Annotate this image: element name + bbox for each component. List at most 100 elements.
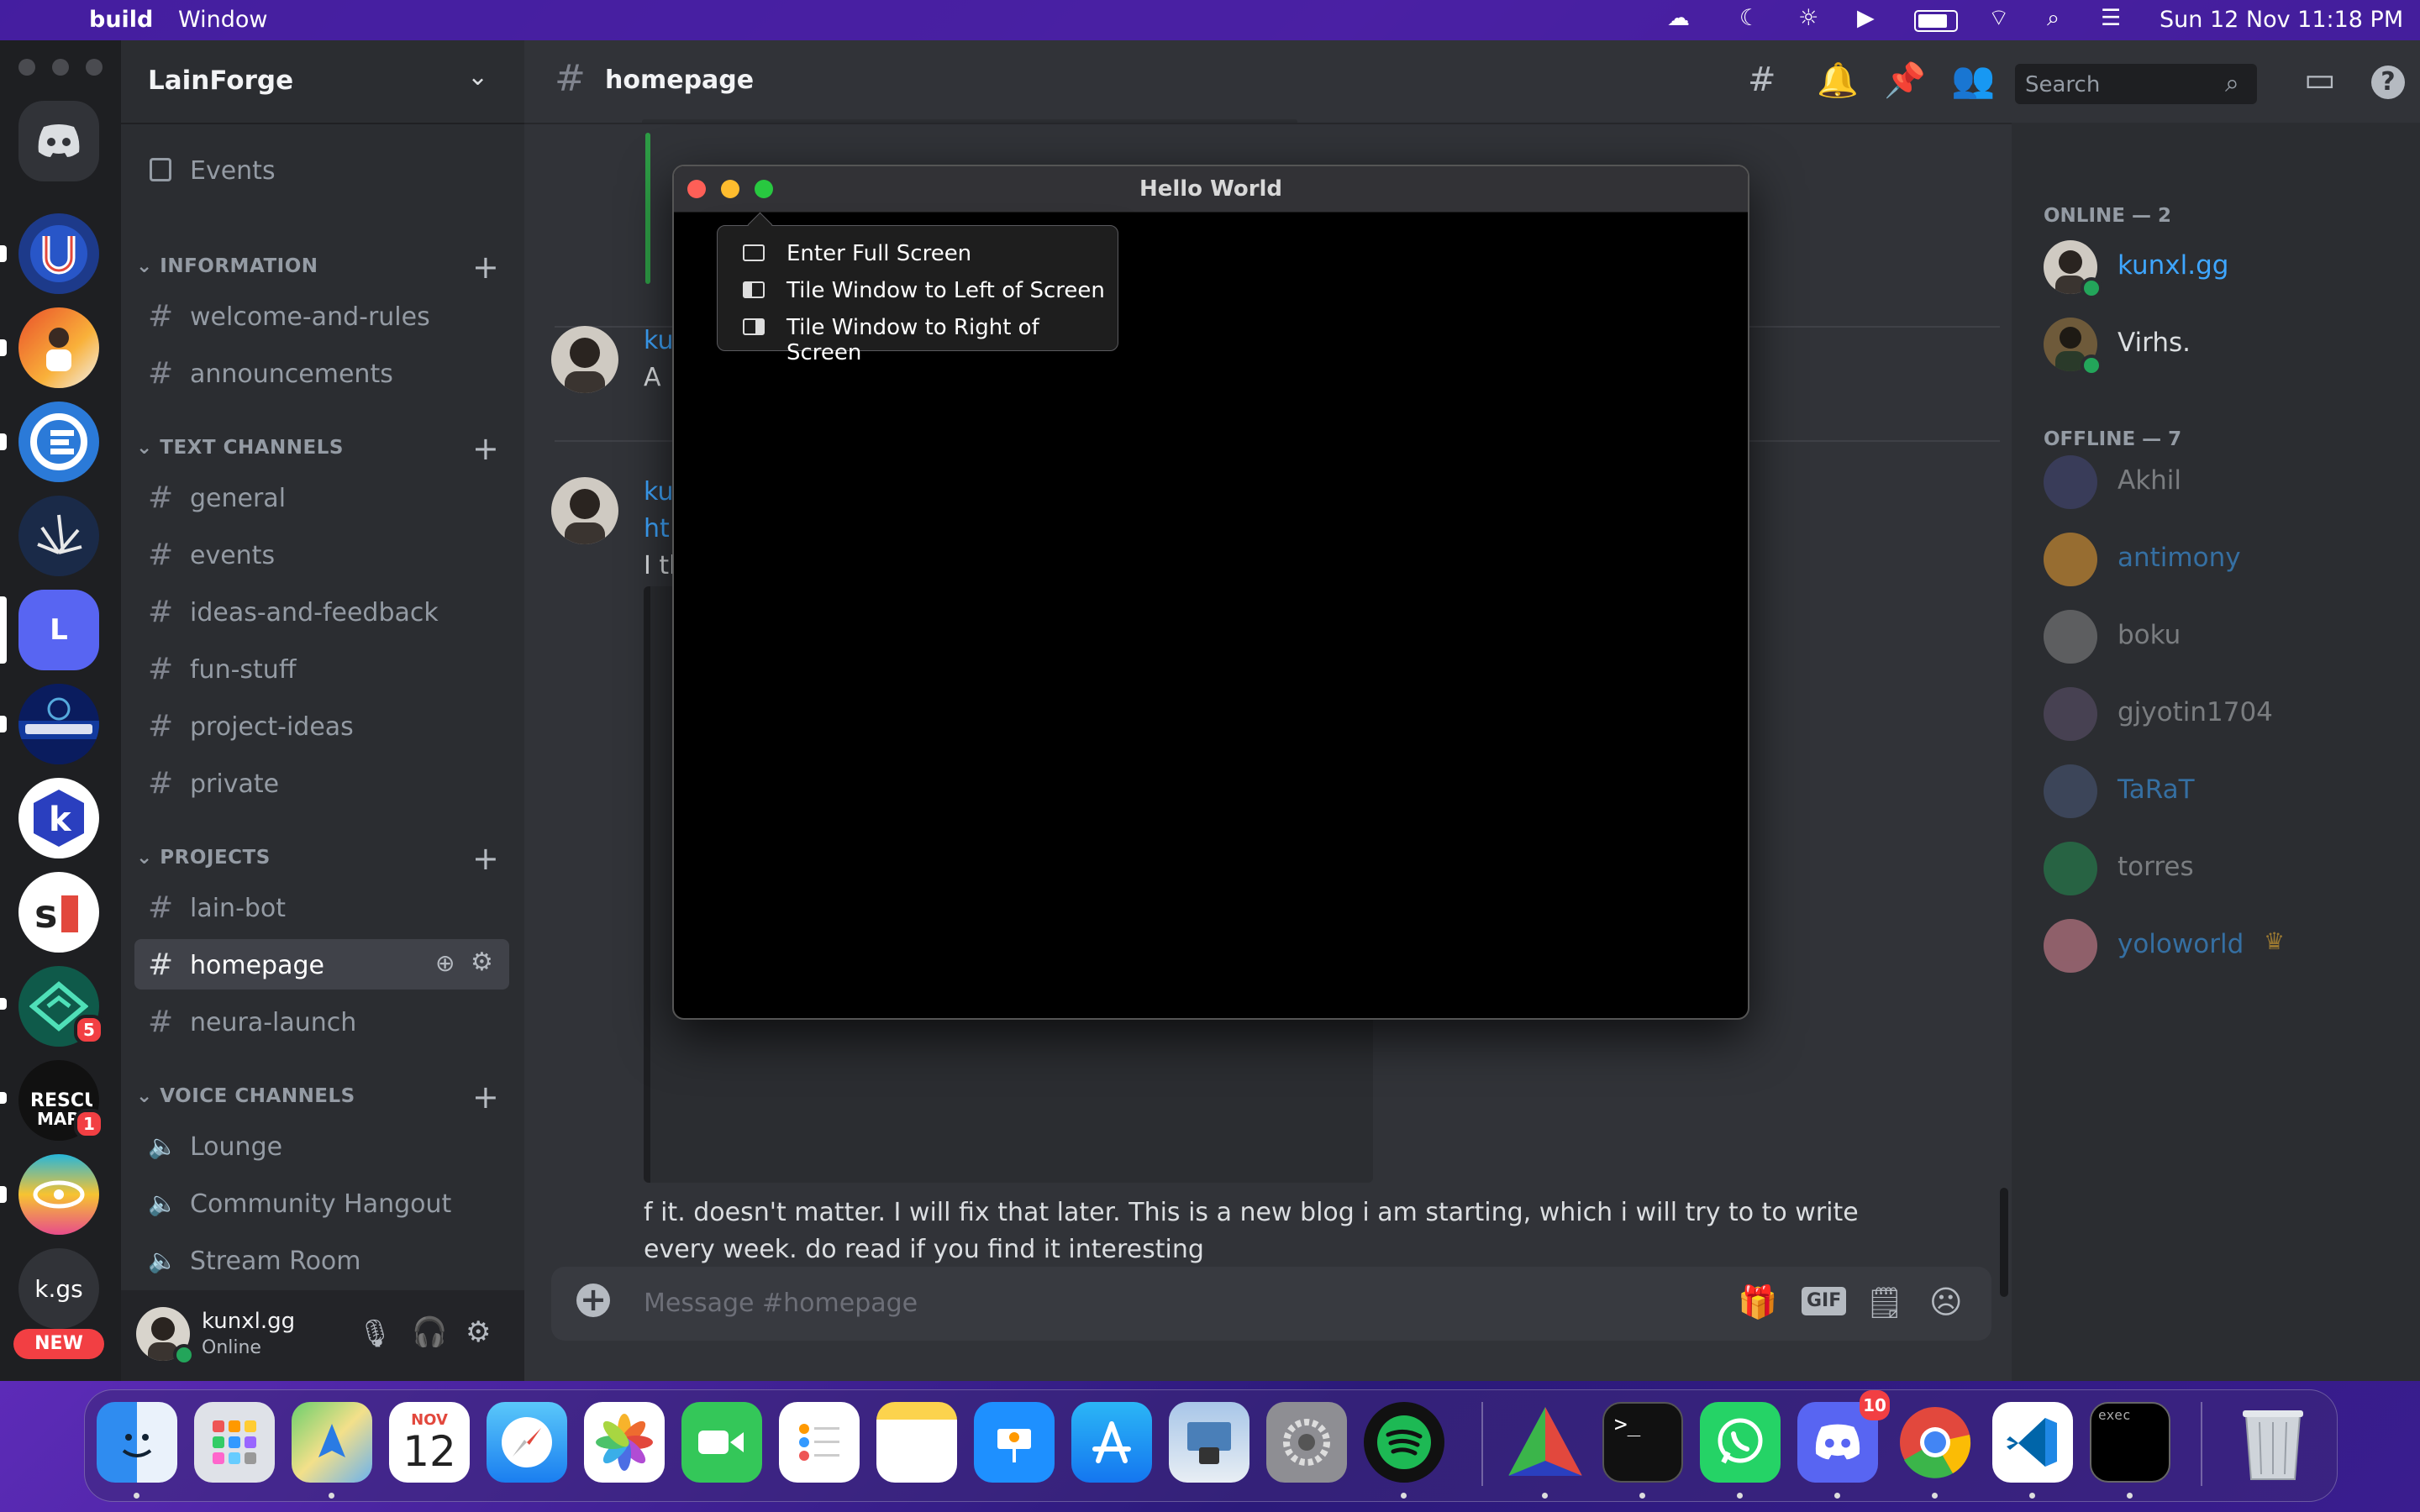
server-swirl-icon[interactable] <box>18 1154 99 1235</box>
gif-button[interactable]: GIF <box>1802 1287 1847 1315</box>
server-s-icon[interactable]: s <box>18 872 99 953</box>
avatar[interactable] <box>551 477 618 544</box>
search-icon[interactable]: ⌕ <box>2047 5 2060 32</box>
tile-left-item[interactable]: Tile Window to Left of Screen <box>743 275 1113 308</box>
exec-terminal-icon[interactable]: exec <box>2090 1402 2170 1483</box>
vscode-icon[interactable] <box>1992 1402 2073 1483</box>
facetime-icon[interactable] <box>681 1402 762 1483</box>
channel-neura-launch[interactable]: # neura-launch <box>134 996 509 1047</box>
member-item[interactable]: TaRaT <box>2044 758 2413 825</box>
help-icon[interactable]: ? <box>2371 66 2405 99</box>
enter-full-screen-item[interactable]: Enter Full Screen <box>743 238 1113 271</box>
server-u-icon[interactable] <box>18 213 99 294</box>
add-channel-icon[interactable]: + <box>472 1079 499 1116</box>
server-persec-icon[interactable] <box>18 684 99 764</box>
maps-icon[interactable] <box>292 1402 372 1483</box>
message-author[interactable]: ku <box>644 326 673 355</box>
server-l-icon[interactable]: L <box>18 590 99 670</box>
channel-lain-bot[interactable]: # lain-bot <box>134 882 509 932</box>
category-voice-channels[interactable]: ⌄ VOICE CHANNELS + <box>136 1079 499 1116</box>
server-burst-icon[interactable] <box>18 496 99 576</box>
member-item[interactable]: Virhs. <box>2044 311 2413 378</box>
direct-messages-icon[interactable] <box>18 101 99 181</box>
tile-right-item[interactable]: Tile Window to Right of Screen <box>743 312 1113 365</box>
member-item[interactable]: antimony <box>2044 526 2413 593</box>
gift-icon[interactable]: 🎁 <box>1738 1284 1777 1321</box>
microphone-icon[interactable]: 🎙 <box>358 1317 392 1349</box>
app-menu[interactable]: build <box>89 7 153 33</box>
finder-icon[interactable] <box>97 1402 177 1483</box>
photos-icon[interactable] <box>584 1402 665 1483</box>
system-settings-icon[interactable] <box>1266 1402 1347 1483</box>
zoom-light[interactable] <box>86 59 103 76</box>
channel-general[interactable]: # general <box>134 472 509 522</box>
bell-icon[interactable]: 🔔 <box>1817 60 1859 100</box>
close-light[interactable] <box>18 59 35 76</box>
member-item[interactable]: Akhil <box>2044 449 2413 516</box>
member-item[interactable]: kunxl.gg <box>2044 234 2413 301</box>
weather-icon[interactable]: ☁ <box>1667 5 1690 31</box>
message-author[interactable]: ku <box>644 477 673 507</box>
members-icon[interactable]: 👥 <box>1951 59 1995 101</box>
window-titlebar[interactable]: Hello World <box>674 166 1748 213</box>
whatsapp-icon[interactable] <box>1700 1402 1781 1483</box>
server-kgs-icon[interactable]: k.gs <box>18 1248 99 1329</box>
launchpad-icon[interactable] <box>194 1402 275 1483</box>
message-composer[interactable]: + Message #homepage 🎁 GIF 🗒 ☹ <box>551 1267 1991 1341</box>
server-avatar-icon[interactable] <box>18 307 99 388</box>
channel-project-ideas[interactable]: # project-ideas <box>134 701 509 751</box>
attach-plus-icon[interactable]: + <box>576 1284 610 1317</box>
channel-private[interactable]: # private <box>134 758 509 808</box>
moon-icon[interactable]: ☾ <box>1739 5 1760 31</box>
new-badge[interactable]: NEW <box>13 1329 104 1359</box>
channel-fun-stuff[interactable]: # fun-stuff <box>134 643 509 694</box>
minimize-light[interactable] <box>52 59 69 76</box>
wifi-icon[interactable]: ⌔ <box>1988 3 2009 32</box>
keynote-icon[interactable] <box>974 1402 1055 1483</box>
member-item[interactable]: gjyotin1704 <box>2044 680 2413 748</box>
threads-icon[interactable]: # <box>1748 60 1776 99</box>
safari-icon[interactable] <box>487 1402 567 1483</box>
emoji-icon[interactable]: ☹ <box>1929 1284 1963 1320</box>
control-center-icon[interactable]: ☰ <box>2101 5 2121 31</box>
trash-icon[interactable] <box>2233 1402 2313 1483</box>
message-link[interactable]: ht <box>644 514 670 543</box>
channel-announcements[interactable]: # announcements <box>134 348 509 398</box>
window-menu[interactable]: Window <box>178 7 267 33</box>
add-channel-icon[interactable]: + <box>472 840 499 877</box>
member-item[interactable]: torres <box>2044 835 2413 902</box>
clock[interactable]: Sun 12 Nov 11:18 PM <box>2160 7 2403 33</box>
terminal-icon[interactable]: >_ <box>1602 1402 1683 1483</box>
member-item[interactable]: yoloworld ♛ <box>2044 912 2413 979</box>
channel-welcome-and-rules[interactable]: # welcome-and-rules <box>134 291 509 341</box>
category-text-channels[interactable]: ⌄ TEXT CHANNELS + <box>136 430 499 467</box>
spotify-icon[interactable] <box>1364 1402 1444 1483</box>
pin-icon[interactable]: 📌 <box>1884 60 1926 100</box>
battery-icon[interactable] <box>1914 10 1958 32</box>
category-information[interactable]: ⌄ INFORMATION + <box>136 249 499 286</box>
voice-channel-lounge[interactable]: 🔈 Lounge <box>134 1121 509 1171</box>
invite-icon[interactable]: ⊕ <box>435 949 455 977</box>
events-item[interactable]: Events <box>134 146 509 197</box>
notes-icon[interactable] <box>876 1402 957 1483</box>
reminders-icon[interactable] <box>779 1402 860 1483</box>
play-icon[interactable]: ▶ <box>1857 5 1875 31</box>
inbox-icon[interactable]: ▭ <box>2304 60 2336 99</box>
build-app-icon[interactable] <box>1505 1402 1586 1483</box>
server-k-icon[interactable]: k <box>18 778 99 858</box>
channel-events[interactable]: # events <box>134 529 509 580</box>
avatar[interactable] <box>551 326 618 393</box>
sunrise-icon[interactable]: ☼ <box>1798 5 1818 31</box>
server-e-icon[interactable] <box>18 402 99 482</box>
preview-icon[interactable] <box>1169 1402 1249 1483</box>
scrollbar-thumb[interactable] <box>2000 1188 2008 1297</box>
search-box[interactable]: Search ⌕ <box>2015 64 2257 104</box>
sticker-icon[interactable]: 🗒 <box>1865 1285 1904 1320</box>
app-store-icon[interactable] <box>1071 1402 1152 1483</box>
voice-channel-stream-room[interactable]: 🔈 Stream Room <box>134 1235 509 1285</box>
search-input[interactable]: Search <box>2025 72 2100 97</box>
add-channel-icon[interactable]: + <box>472 430 499 467</box>
add-channel-icon[interactable]: + <box>472 249 499 286</box>
gear-icon[interactable]: ⚙ <box>471 948 493 977</box>
headphones-icon[interactable]: 🎧 <box>412 1315 447 1349</box>
